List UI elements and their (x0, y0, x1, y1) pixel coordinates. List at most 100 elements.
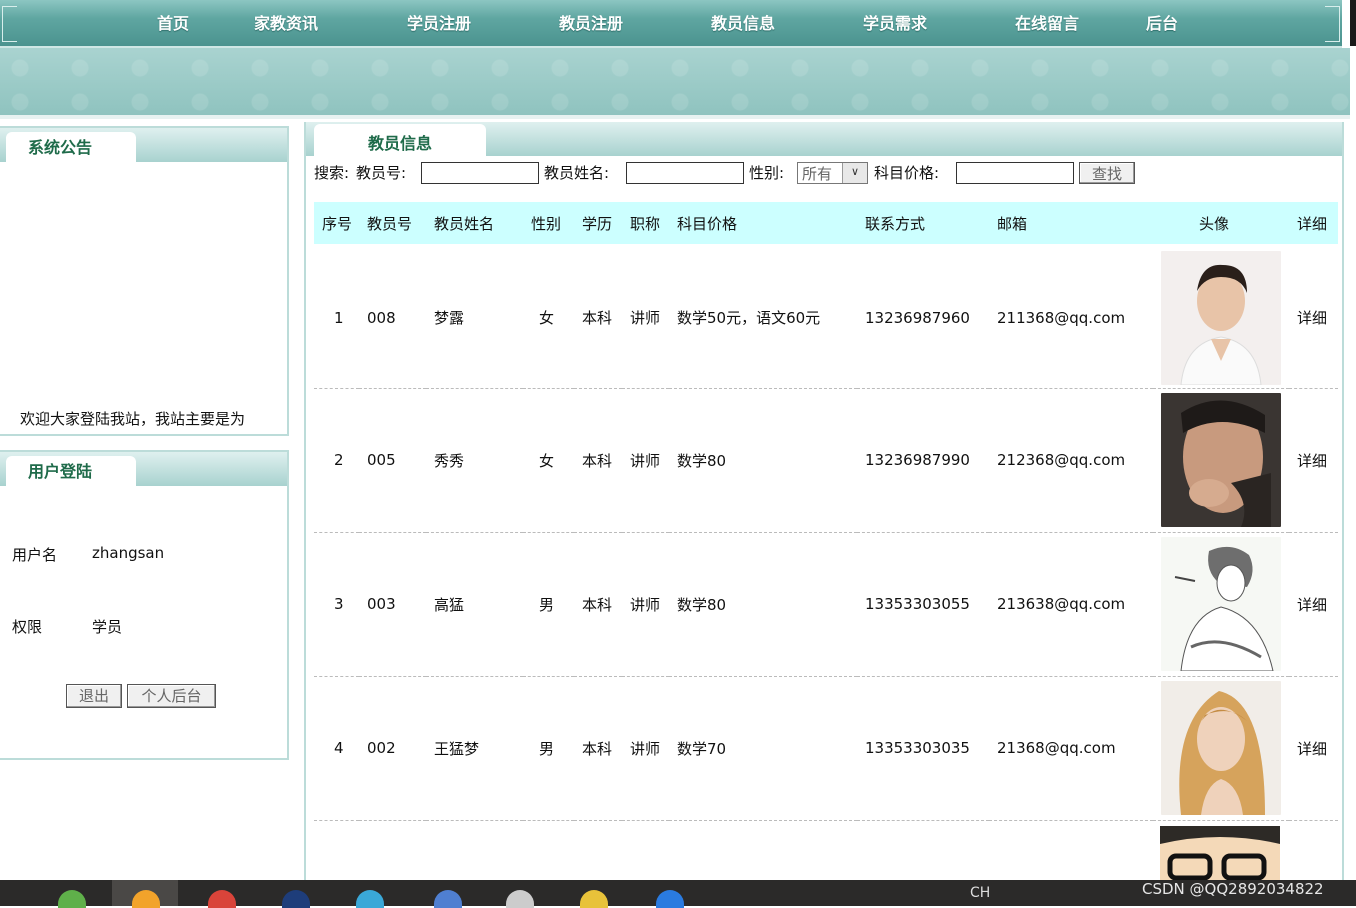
app-icon[interactable] (58, 890, 86, 908)
input-language-indicator[interactable]: CH (970, 885, 990, 901)
app-icon[interactable] (656, 890, 684, 908)
gender-select[interactable]: 所有 ∨ (797, 162, 868, 184)
search-button[interactable]: 查找 (1079, 162, 1135, 184)
logout-button[interactable]: 退出 (66, 684, 122, 708)
app-icon[interactable] (580, 890, 608, 908)
price-label: 科目价格: (874, 164, 940, 182)
nav-item-student-register[interactable]: 学员注册 (407, 10, 471, 34)
notice-panel-header: 系统公告 (0, 128, 287, 164)
cell-teacher-no: 003 (367, 595, 396, 613)
notice-panel-title: 系统公告 (6, 132, 136, 164)
cell-title: 讲师 (630, 739, 661, 758)
col-header-detail: 详细 (1297, 214, 1328, 233)
cell-avatar (1153, 388, 1289, 532)
personal-admin-button[interactable]: 个人后台 (127, 684, 216, 708)
teacher-info-panel: 教员信息 搜索: 教员号: 教员姓名: 性别: 所有 ∨ 科目价格: 查找 序号… (304, 122, 1344, 894)
cell-gender: 女 (539, 309, 555, 328)
nav-item-online-message[interactable]: 在线留言 (1015, 10, 1079, 34)
nav-item-teacher-register[interactable]: 教员注册 (559, 10, 623, 34)
cell-email: 21368@qq.com (997, 739, 1116, 757)
cell-price: 数学50元，语文60元 (677, 309, 821, 328)
cell-avatar (1153, 532, 1289, 676)
cell-teacher-name: 高猛 (434, 595, 465, 614)
teacher-no-label: 教员号: (356, 164, 407, 182)
nav-item-admin[interactable]: 后台 (1146, 10, 1178, 34)
chrome-icon[interactable] (208, 890, 236, 908)
cell-index: 4 (334, 739, 344, 757)
notice-marquee-text: 欢迎大家登陆我站，我站主要是为 (20, 410, 246, 428)
cell-gender: 女 (539, 451, 555, 470)
avatar (1161, 681, 1281, 815)
nav-item-teacher-info[interactable]: 教员信息 (711, 10, 775, 34)
cell-title: 讲师 (630, 309, 661, 328)
col-header-avatar: 头像 (1199, 214, 1230, 233)
cell-avatar (1153, 244, 1289, 388)
login-panel: 用户登陆 用户名 zhangsan 权限 学员 退出 个人后台 (0, 450, 289, 760)
cell-detail-link[interactable]: 详细 (1289, 388, 1338, 532)
cell-price: 数学70 (677, 739, 727, 758)
cell-index: 2 (334, 451, 344, 469)
cell-detail-link[interactable]: 详细 (1289, 532, 1338, 676)
teacher-name-label: 教员姓名: (544, 164, 610, 182)
teacher-name-input[interactable] (626, 162, 744, 184)
teacher-info-header: 教员信息 (306, 122, 1342, 158)
price-input[interactable] (956, 162, 1074, 184)
col-header-title: 职称 (630, 214, 661, 233)
cell-teacher-no: 002 (367, 739, 396, 757)
teacher-table: 序号 教员号 教员姓名 性别 学历 职称 科目价格 联系方式 邮箱 头像 详细 … (314, 202, 1338, 821)
search-bar: 搜索: 教员号: 教员姓名: 性别: 所有 ∨ 科目价格: 查找 (314, 162, 1334, 186)
cell-teacher-no: 005 (367, 451, 396, 469)
table-row: 4 002 王猛梦 男 本科 讲师 数学70 13353303035 21368… (314, 676, 1338, 820)
cell-education: 本科 (582, 451, 613, 470)
app-icon[interactable] (356, 890, 384, 908)
table-header-row: 序号 教员号 教员姓名 性别 学历 职称 科目价格 联系方式 邮箱 头像 详细 (314, 202, 1338, 244)
cell-avatar (1153, 676, 1289, 820)
cell-education: 本科 (582, 309, 613, 328)
cell-index: 1 (334, 308, 344, 327)
col-header-email: 邮箱 (997, 214, 1028, 233)
table-row: 2 005 秀秀 女 本科 讲师 数学80 13236987990 212368… (314, 388, 1338, 532)
app-icon[interactable] (506, 890, 534, 908)
col-header-phone: 联系方式 (865, 214, 926, 233)
col-header-education: 学历 (582, 214, 613, 233)
nav-corner-ornament-right (1325, 6, 1340, 42)
username-value: zhangsan (92, 544, 165, 562)
cell-teacher-name: 梦露 (434, 309, 465, 328)
username-label: 用户名 (12, 546, 58, 564)
search-prefix-label: 搜索: (314, 164, 350, 182)
gender-select-value: 所有 (802, 165, 833, 183)
cell-email: 212368@qq.com (997, 451, 1126, 469)
nav-corner-ornament-left (2, 6, 17, 42)
col-header-teacher-name: 教员姓名 (434, 214, 495, 233)
login-panel-title: 用户登陆 (6, 456, 136, 488)
avatar (1161, 393, 1281, 527)
teacher-no-input[interactable] (421, 162, 539, 184)
cell-teacher-no: 008 (367, 308, 396, 327)
cell-email: 211368@qq.com (997, 308, 1126, 327)
cell-index: 3 (334, 595, 344, 613)
header-banner (0, 48, 1350, 119)
cell-title: 讲师 (630, 595, 661, 614)
avatar (1161, 250, 1281, 385)
teacher-info-title: 教员信息 (314, 124, 486, 158)
table-row: 3 003 高猛 男 本科 讲师 数学80 13353303055 213638… (314, 532, 1338, 676)
cell-price: 数学80 (677, 595, 727, 614)
notice-panel: 系统公告 欢迎大家登陆我站，我站主要是为 (0, 126, 289, 436)
cell-detail-link[interactable]: 详细 (1289, 676, 1338, 820)
col-header-price: 科目价格 (677, 214, 738, 233)
top-nav: 首页 家教资讯 学员注册 教员注册 教员信息 学员需求 在线留言 后台 (0, 0, 1342, 48)
role-label: 权限 (12, 618, 43, 636)
cell-detail-link[interactable]: 详细 (1289, 244, 1338, 388)
cell-education: 本科 (582, 739, 613, 758)
cell-phone: 13353303055 (865, 595, 970, 613)
nav-item-student-needs[interactable]: 学员需求 (863, 10, 927, 34)
avatar (1161, 537, 1281, 671)
cell-teacher-name: 王猛梦 (434, 739, 480, 758)
app-icon[interactable] (282, 890, 310, 908)
app-icon[interactable] (434, 890, 462, 908)
role-row: 权限 学员 (12, 616, 122, 637)
cell-gender: 男 (539, 595, 555, 614)
nav-item-home[interactable]: 首页 (157, 10, 189, 34)
nav-item-tutor-news[interactable]: 家教资讯 (254, 10, 318, 34)
login-panel-header: 用户登陆 (0, 452, 287, 488)
